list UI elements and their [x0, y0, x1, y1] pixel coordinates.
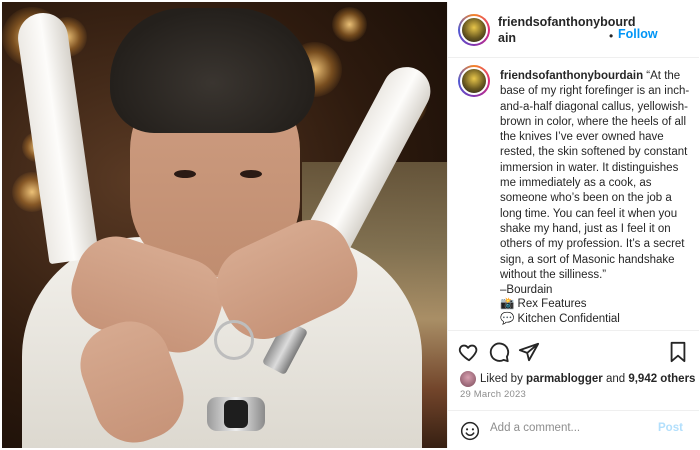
likes-summary: Liked by parmablogger and 9,942 others	[460, 371, 695, 387]
liker-avatar[interactable]	[460, 371, 476, 387]
speech-bubble-emoji-icon: 💬	[500, 313, 515, 325]
credit-quote-text: Kitchen Confidential	[517, 313, 620, 325]
liker-username[interactable]: parmablogger	[526, 373, 603, 385]
account-username-line1: friendsofanthonybourd	[498, 15, 636, 29]
account-username-line2: ain	[498, 31, 517, 45]
separator-dot: •	[609, 29, 614, 43]
camera-emoji-icon: 📸	[500, 298, 515, 310]
instagram-post: friendsofanthonybourd ain • Follow frien…	[0, 0, 700, 450]
post-photo[interactable]	[2, 2, 447, 448]
post-date[interactable]: 29 March 2023	[460, 389, 526, 400]
credit-photo: 📸 Rex Features	[500, 297, 587, 312]
likes-prefix: Liked by	[480, 373, 523, 386]
likes-count[interactable]: 9,942 others	[628, 373, 695, 385]
smiley-icon[interactable]	[460, 421, 480, 441]
post-side-panel: friendsofanthonybourd ain • Follow frien…	[447, 2, 699, 448]
post-comment-button[interactable]: Post	[658, 422, 683, 434]
caption-avatar[interactable]	[458, 65, 490, 97]
action-bar	[448, 330, 699, 368]
comment-input[interactable]	[490, 422, 640, 434]
account-avatar[interactable]	[458, 14, 490, 46]
follow-button[interactable]: Follow	[618, 27, 658, 41]
comment-bubble-icon[interactable]	[488, 341, 510, 363]
caption-text: “At the base of my right forefinger is a…	[500, 70, 690, 297]
comment-bar: Post	[448, 410, 699, 448]
bookmark-icon[interactable]	[667, 341, 689, 363]
credit-quote: 💬 Kitchen Confidential	[500, 312, 620, 327]
caption-username[interactable]: friendsofanthonybourdain	[500, 70, 643, 82]
post-header: friendsofanthonybourd ain • Follow	[448, 2, 699, 58]
likes-middle: and	[605, 373, 626, 386]
paper-plane-icon[interactable]	[518, 341, 540, 363]
caption: friendsofanthonybourdain “At the base of…	[500, 69, 690, 298]
account-username[interactable]: friendsofanthonybourd ain	[498, 14, 636, 46]
credit-photo-text: Rex Features	[517, 298, 587, 310]
heart-icon[interactable]	[458, 341, 480, 363]
